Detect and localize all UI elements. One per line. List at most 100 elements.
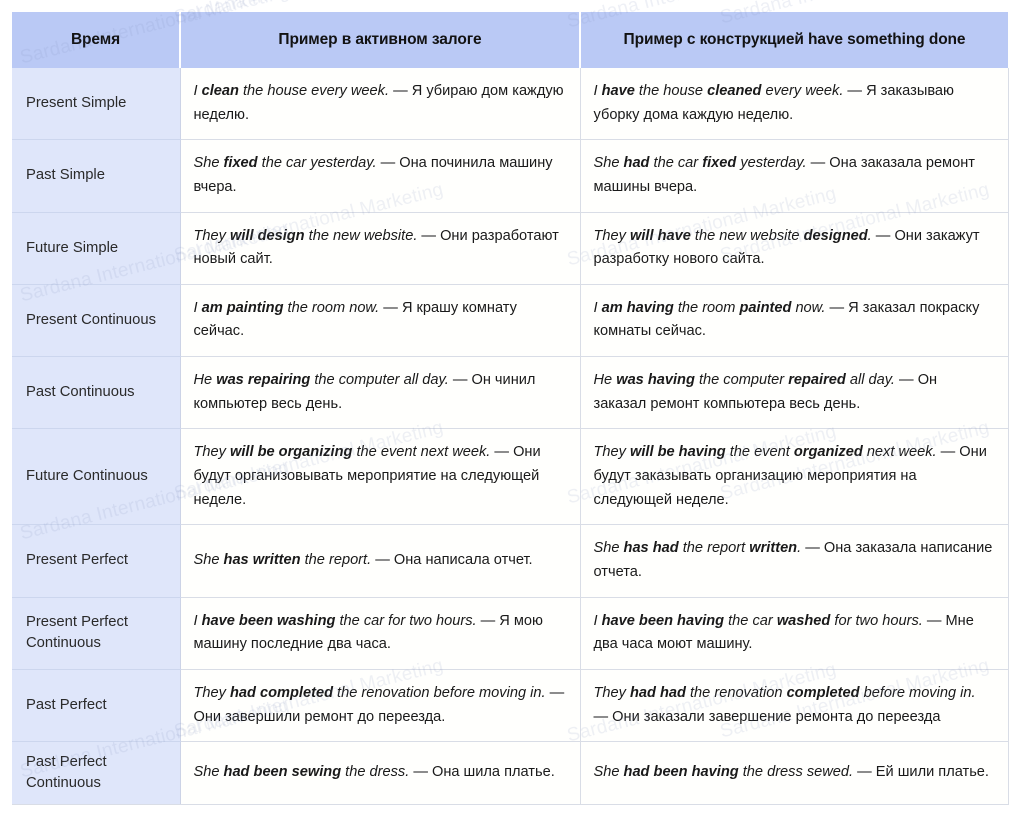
tense-label: Future Continuous bbox=[12, 428, 181, 526]
table-container: Время Пример в активном залоге Пример с … bbox=[12, 12, 1009, 806]
en-verb-1: has had bbox=[623, 540, 679, 557]
active-dash: — bbox=[389, 83, 412, 99]
tense-label: Present Simple bbox=[12, 68, 181, 141]
en-verb-2: washed bbox=[776, 612, 831, 629]
en-object: the dress. bbox=[341, 764, 410, 781]
en-object: the computer bbox=[694, 372, 789, 389]
causative-dash: — bbox=[801, 540, 824, 557]
causative-english: They had had the renovation completed be… bbox=[594, 685, 976, 701]
active-english: I am painting the room now. bbox=[194, 300, 380, 316]
active-voice-example: She fixed the car yesterday. — Она почин… bbox=[180, 139, 581, 213]
en-verb-2: completed bbox=[786, 684, 860, 701]
causative-english: They will have the new website designed. bbox=[594, 228, 872, 244]
table-row: Future Continuous They will be organizing… bbox=[12, 428, 1009, 526]
tense-label: Past Continuous bbox=[12, 356, 181, 430]
en-object: the car bbox=[724, 612, 777, 629]
active-dash: — bbox=[476, 612, 500, 629]
header-row: Время Пример в активном залоге Пример с … bbox=[12, 12, 1008, 68]
active-english: He was repairing the computer all day. bbox=[194, 372, 449, 388]
en-subject: They bbox=[593, 227, 630, 244]
en-tail: all day. bbox=[845, 372, 895, 389]
en-verb-1: had bbox=[623, 155, 650, 172]
table-row: Present Simple I clean the house every we… bbox=[12, 68, 1009, 141]
en-object: the computer all day. bbox=[310, 372, 449, 389]
active-voice-example: He was repairing the computer all day. —… bbox=[180, 356, 581, 430]
causative-dash: — bbox=[806, 155, 830, 172]
tense-label: Present Perfect Continuous bbox=[12, 597, 181, 670]
en-object: the report. bbox=[300, 552, 372, 569]
en-tail: next week. bbox=[862, 444, 937, 461]
en-subject: They bbox=[193, 227, 230, 244]
active-english: I clean the house every week. bbox=[194, 83, 390, 99]
en-subject: She bbox=[593, 155, 624, 172]
en-tail: before moving in. bbox=[859, 684, 976, 701]
en-subject: I bbox=[593, 83, 602, 99]
column-header-active: Пример в активном залоге bbox=[180, 12, 581, 68]
en-subject: I bbox=[193, 299, 202, 316]
en-object: the car for two hours. bbox=[335, 612, 477, 629]
en-subject: She bbox=[593, 540, 624, 557]
en-object: the renovation before moving in. bbox=[332, 684, 546, 701]
causative-example: They had had the renovation completed be… bbox=[580, 669, 1009, 743]
active-voice-example: I have been washing the car for two hour… bbox=[180, 597, 581, 670]
en-verb-1: will design bbox=[230, 227, 305, 244]
en-verb-2: fixed bbox=[702, 155, 737, 172]
active-voice-example: I am painting the room now. — Я крашу ко… bbox=[180, 284, 581, 358]
en-object: the car yesterday. bbox=[257, 155, 377, 172]
en-verb-1: will have bbox=[630, 227, 691, 244]
active-dash: — bbox=[417, 227, 441, 244]
causative-dash: — bbox=[922, 612, 946, 629]
active-dash: — bbox=[371, 552, 394, 569]
active-english: She fixed the car yesterday. bbox=[194, 155, 377, 171]
causative-russian: Ей шили платье. bbox=[875, 764, 989, 781]
active-voice-example: She had been sewing the dress. — Она шил… bbox=[180, 741, 581, 806]
active-dash: — bbox=[376, 155, 400, 172]
causative-english: I have been having the car washed for tw… bbox=[594, 613, 923, 629]
causative-example: They will be having the event organized … bbox=[580, 428, 1009, 526]
causative-dash: — bbox=[936, 444, 960, 461]
en-subject: I bbox=[193, 612, 202, 629]
en-verb-2: painted bbox=[739, 299, 792, 316]
en-verb-1: had been sewing bbox=[223, 764, 342, 781]
en-subject: They bbox=[193, 684, 230, 701]
have-something-done-table: Время Пример в активном залоге Пример с … bbox=[12, 12, 1009, 806]
active-voice-example: She has written the report. — Она написа… bbox=[180, 524, 581, 598]
en-subject: I bbox=[593, 612, 602, 629]
en-object: the new website bbox=[690, 227, 804, 244]
en-object: the car bbox=[649, 155, 703, 172]
tense-label: Past Perfect bbox=[12, 669, 181, 743]
table-row: Future Simple They will design the new we… bbox=[12, 212, 1009, 285]
causative-english: She had the car fixed yesterday. bbox=[594, 155, 807, 171]
en-subject: They bbox=[593, 684, 630, 701]
table-row: Past Perfect Continuous She had been sewi… bbox=[12, 741, 1009, 806]
active-dash: — bbox=[379, 299, 402, 316]
tense-label: Past Perfect Continuous bbox=[12, 741, 181, 806]
table-row: Past Perfect They had completed the renov… bbox=[12, 669, 1009, 743]
en-tail: for two hours. bbox=[830, 612, 923, 629]
active-english: She has written the report. bbox=[194, 552, 372, 568]
causative-english: I am having the room painted now. bbox=[594, 300, 826, 316]
en-verb-1: had had bbox=[630, 684, 686, 701]
en-tail: every week. bbox=[761, 83, 844, 99]
causative-example: I am having the room painted now. — Я за… bbox=[580, 284, 1009, 358]
active-russian: Она шила платье. bbox=[431, 764, 555, 781]
active-voice-example: They had completed the renovation before… bbox=[180, 669, 581, 743]
en-verb-2: repaired bbox=[788, 372, 846, 389]
active-dash: — bbox=[448, 372, 472, 389]
tense-label: Future Simple bbox=[12, 212, 181, 285]
en-verb-1: am painting bbox=[201, 299, 284, 316]
en-verb-1: clean bbox=[201, 83, 239, 99]
en-verb-1: had completed bbox=[230, 684, 333, 701]
table-body: Present Simple I clean the house every we… bbox=[12, 68, 1009, 806]
causative-russian: Они заказали завершение ремонта до перее… bbox=[612, 708, 941, 725]
causative-english: He was having the computer repaired all … bbox=[594, 372, 896, 388]
en-verb-2: cleaned bbox=[707, 83, 762, 99]
en-object: the house bbox=[634, 83, 708, 99]
en-object: the house every week. bbox=[238, 83, 390, 99]
causative-dash: — bbox=[853, 764, 876, 781]
causative-english: They will be having the event organized … bbox=[594, 444, 937, 460]
causative-example: She had the car fixed yesterday. — Она з… bbox=[580, 139, 1009, 213]
en-tail: yesterday. bbox=[736, 155, 807, 172]
en-verb-1: fixed bbox=[223, 155, 258, 172]
en-subject: They bbox=[193, 444, 230, 461]
